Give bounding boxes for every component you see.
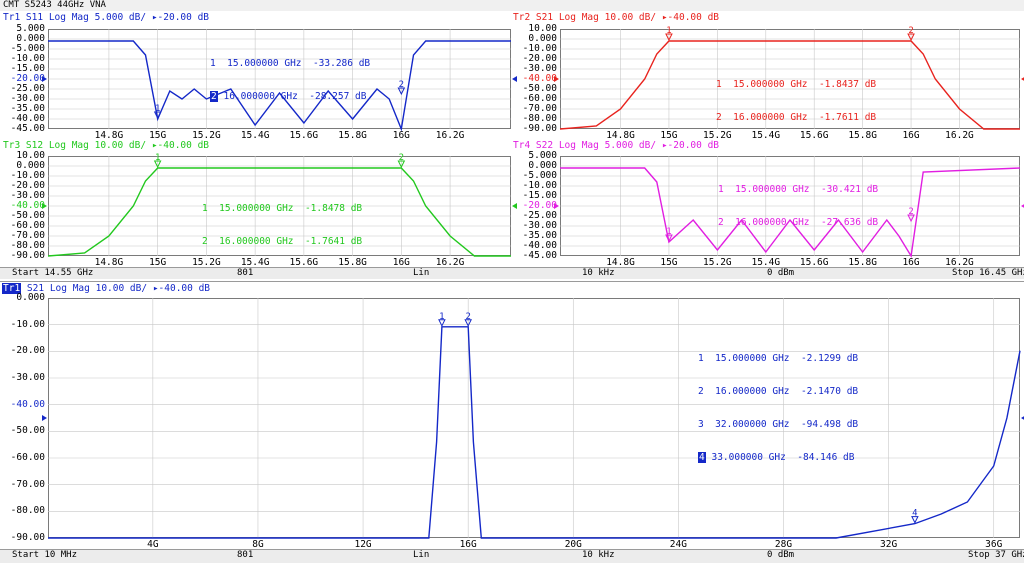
ch2-y-tick: -40.00: [1, 400, 45, 410]
tr4-format: Log Mag: [559, 140, 599, 151]
ch2-y-tick: -50.00: [1, 426, 45, 436]
tr2-scale: 10.00 dB/: [605, 12, 656, 23]
tr1-label: Tr1: [3, 12, 20, 23]
ch2-y-tick: -90.00: [1, 533, 45, 543]
tr3-marker-1: 1 15.000000 GHz -1.8478 dB: [202, 203, 362, 214]
tr1-marker-number: 1: [155, 104, 160, 114]
ch1-start[interactable]: Start 14.55 GHz: [12, 268, 93, 279]
tr4-scale: 5.000 dB/: [605, 140, 656, 151]
tr3-marker-number: 1: [155, 153, 160, 163]
ch2-y-tick: -60.00: [1, 453, 45, 463]
tr3-format: Log Mag: [49, 140, 89, 151]
tr1-x-tick: 15.6G: [284, 131, 324, 141]
ch2-active-marker-box: 4: [698, 452, 706, 463]
tr2-param: S21: [536, 12, 553, 23]
tr2-format: Log Mag: [559, 12, 599, 23]
ch2-start[interactable]: Start 10 MHz: [12, 550, 77, 561]
ch2-tr1-ref: ▸-40.00 dB: [153, 283, 210, 294]
tr2-header[interactable]: Tr2 S21 Log Mag 10.00 dB/ ▸-40.00 dB: [513, 12, 719, 23]
tr2-marker-2: 2 16.000000 GHz -1.7611 dB: [716, 112, 876, 123]
ch2-marker-4: 4 33.000000 GHz -84.146 dB: [698, 452, 858, 463]
ch2-trace-line: [48, 327, 1020, 538]
channel-2-window[interactable]: Tr1 S21 Log Mag 10.00 dB/ ▸-40.00 dB 124…: [0, 281, 1024, 563]
ch2-y-tick: -10.00: [1, 320, 45, 330]
tr4-ref: ▸-20.00 dB: [662, 140, 719, 151]
tr2-ref: ▸-40.00 dB: [662, 12, 719, 23]
ch2-marker-number: 4: [912, 509, 917, 519]
tr4-marker-1: 1 15.000000 GHz -30.421 dB: [718, 184, 878, 195]
tr2-y-tick: -90.00: [513, 124, 557, 134]
tr1-x-tick: 15.4G: [235, 131, 275, 141]
ch2-marker-number: 2: [465, 312, 470, 322]
ch2-stop[interactable]: Stop 37 GHz: [968, 550, 1024, 561]
ch2-sweep-type[interactable]: Lin: [413, 550, 429, 561]
tr1-marker-readout: 1 15.000000 GHz -33.286 dB 2 16.000000 G…: [210, 36, 370, 124]
tr1-marker-number: 2: [399, 80, 404, 90]
ch2-tr1-format: Log Mag: [50, 283, 90, 294]
ch2-marker-1: 1 15.000000 GHz -2.1299 dB: [698, 353, 858, 364]
ch2-marker-4-text: 33.000000 GHz -84.146 dB: [711, 452, 854, 463]
tr4-marker-2: 2 16.000000 GHz -27.636 dB: [718, 217, 878, 228]
tr3-scale: 10.00 dB/: [95, 140, 146, 151]
tr1-marker-2: 2 16.000000 GHz -28.257 dB: [210, 91, 370, 102]
tr3-marker-number: 2: [399, 153, 404, 163]
ch2-power[interactable]: 0 dBm: [767, 550, 794, 561]
tr1-x-tick: 16G: [381, 131, 421, 141]
tr4-marker-number: 1: [666, 227, 671, 237]
ch1-power[interactable]: 0 dBm: [767, 268, 794, 279]
ch2-y-tick: -20.00: [1, 346, 45, 356]
ch2-ref-arrow: [42, 415, 47, 421]
ch2-y-tick: -80.00: [1, 506, 45, 516]
tr1-x-tick: 15.8G: [333, 131, 373, 141]
tr1-ref: ▸-20.00 dB: [152, 12, 209, 23]
tr2-marker-readout: 1 15.000000 GHz -1.8437 dB 2 16.000000 G…: [716, 57, 876, 145]
window-title: CMT S5243 44GHz VNA: [0, 0, 1024, 11]
tr1-marker-1: 1 15.000000 GHz -33.286 dB: [210, 58, 370, 69]
tr4-y-tick: -45.00: [513, 251, 557, 261]
ch2-tr1-graph: 1 2 4: [48, 298, 1020, 538]
ch2-y-tick: -70.00: [1, 480, 45, 490]
ch1-ifbw[interactable]: 10 kHz: [582, 268, 615, 279]
tr3-y-tick: -90.00: [1, 251, 45, 261]
tr1-active-marker-box: 2: [210, 91, 218, 102]
tr2-marker-1: 1 15.000000 GHz -1.8437 dB: [716, 79, 876, 90]
tr1-y-tick: -45.00: [1, 124, 45, 134]
channel-1-status-bar: Start 14.55 GHz 801 Lin 10 kHz 0 dBm Sto…: [0, 267, 1024, 279]
tr4-marker-readout: 1 15.000000 GHz -30.421 dB 2 16.000000 G…: [718, 162, 878, 250]
tr4-marker-number: 2: [908, 207, 913, 217]
ch2-marker-2: 2 16.000000 GHz -2.1470 dB: [698, 386, 858, 397]
tr2-marker-number: 2: [908, 26, 913, 36]
ch2-tr1-scale: 10.00 dB/: [96, 283, 147, 294]
tr1-marker-2-text: 16.000000 GHz -28.257 dB: [223, 91, 366, 102]
ch2-y-tick: -30.00: [1, 373, 45, 383]
ch2-ifbw[interactable]: 10 kHz: [582, 550, 615, 561]
ch2-marker-readout: 1 15.000000 GHz -2.1299 dB 2 16.000000 G…: [698, 331, 858, 485]
channel-1-window[interactable]: Tr1 S11 Log Mag 5.000 dB/ ▸-20.00 dB 1 2 …: [0, 11, 1024, 280]
tr2-label: Tr2: [513, 12, 530, 23]
ch1-stop[interactable]: Stop 16.45 GHz: [952, 268, 1024, 279]
tr1-header[interactable]: Tr1 S11 Log Mag 5.000 dB/ ▸-20.00 dB: [3, 12, 209, 23]
tr1-format: Log Mag: [49, 12, 89, 23]
ch2-y-tick: 0.000: [1, 293, 45, 303]
tr1-param: S11: [26, 12, 43, 23]
channel-2-status-bar: Start 10 MHz 801 Lin 10 kHz 0 dBm Stop 3…: [0, 549, 1024, 563]
ch2-points[interactable]: 801: [237, 550, 253, 561]
tr3-marker-2: 2 16.000000 GHz -1.7641 dB: [202, 236, 362, 247]
tr2-x-tick: 16G: [891, 131, 931, 141]
ch2-marker-3: 3 32.000000 GHz -94.498 dB: [698, 419, 858, 430]
tr1-scale: 5.000 dB/: [95, 12, 146, 23]
ch1-points[interactable]: 801: [237, 268, 253, 279]
tr2-marker-number: 1: [666, 26, 671, 36]
ch1-sweep-type[interactable]: Lin: [413, 268, 429, 279]
tr2-x-tick: 16.2G: [939, 131, 979, 141]
tr1-x-tick: 16.2G: [430, 131, 470, 141]
tr3-ref: ▸-40.00 dB: [152, 140, 209, 151]
tr3-marker-readout: 1 15.000000 GHz -1.8478 dB 2 16.000000 G…: [202, 181, 362, 269]
ch2-marker-number: 1: [439, 312, 444, 322]
